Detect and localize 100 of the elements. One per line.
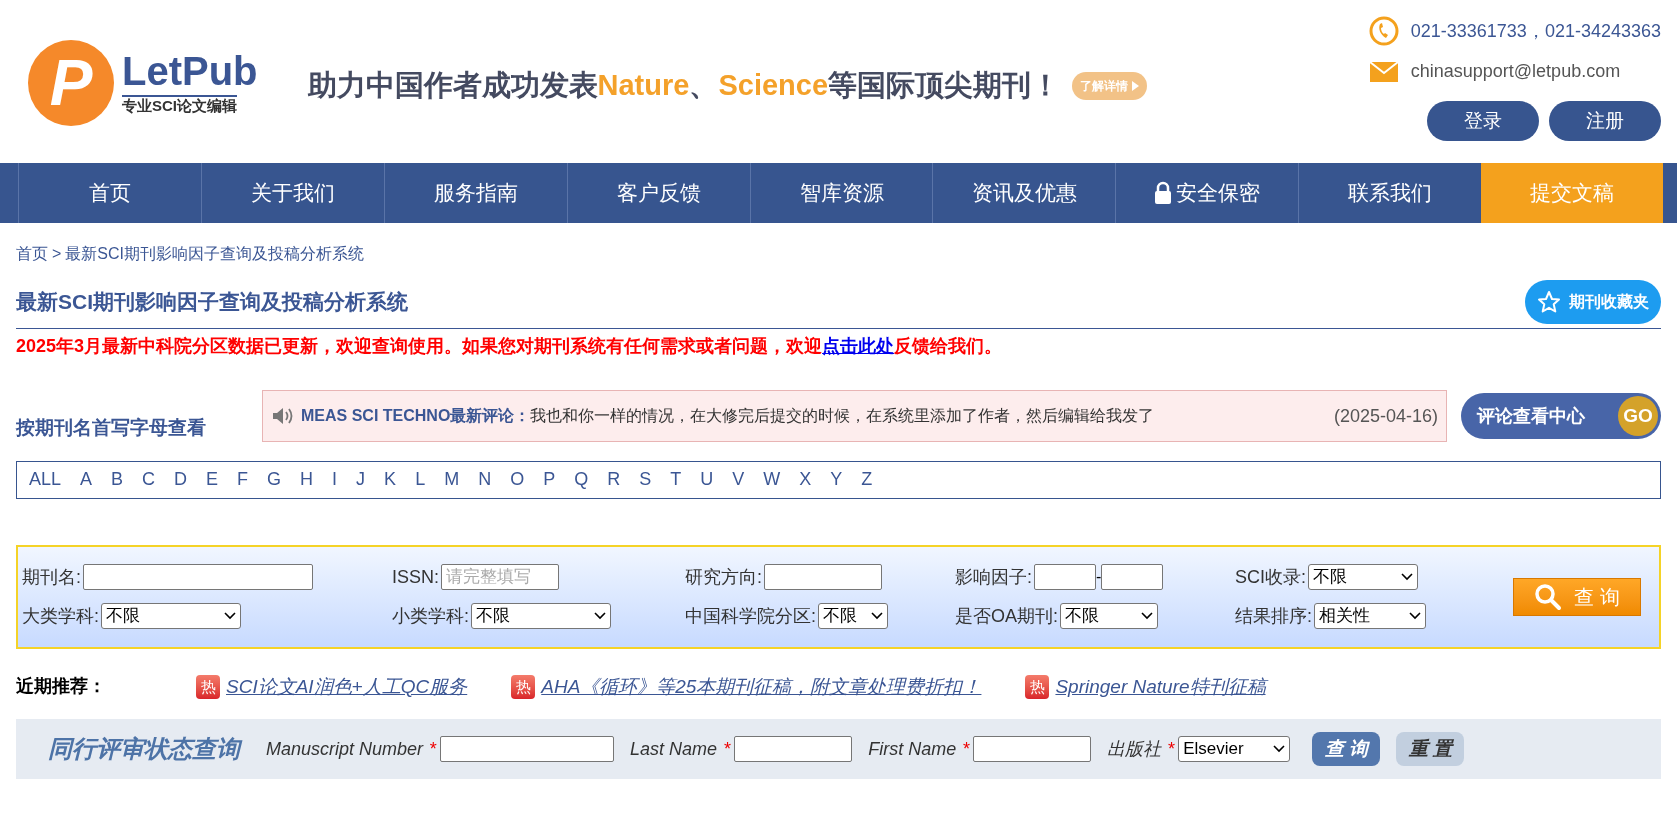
text-field[interactable] (734, 736, 853, 762)
text-field[interactable] (83, 564, 313, 590)
letter-link[interactable]: N (478, 466, 492, 493)
select-field[interactable]: 不限 (818, 603, 888, 629)
letter-link[interactable]: K (384, 466, 397, 493)
letter-link[interactable]: C (142, 466, 156, 493)
mail-icon (1368, 60, 1399, 83)
text-field[interactable] (440, 736, 615, 762)
comment-date: (2025-04-16) (1333, 404, 1438, 428)
select-field[interactable]: 相关性 (1314, 603, 1426, 629)
letter-link[interactable]: H (300, 466, 314, 493)
field-label: 中国科学院分区: (685, 604, 816, 628)
letter-link[interactable]: W (763, 466, 781, 493)
field-label: 小类学科: (392, 604, 469, 628)
comment-journal: MEAS SCI TECHNO最新评论： (301, 406, 531, 427)
comment-center-button[interactable]: 评论查看中心 GO (1461, 393, 1661, 440)
select-field[interactable]: 不限 (1060, 603, 1158, 629)
breadcrumb-link[interactable]: 首页 (16, 242, 48, 266)
select-field[interactable]: 不限 (101, 603, 241, 629)
field-label: Manuscript Number (266, 737, 424, 761)
chevron-icon (1409, 612, 1421, 620)
letter-link[interactable]: O (510, 466, 525, 493)
query-button[interactable]: 查 询 (1312, 732, 1381, 766)
breadcrumb-separator: > (52, 244, 62, 264)
field-label: 期刊名: (22, 565, 81, 589)
select-field[interactable]: Elsevier (1178, 736, 1291, 762)
max-field[interactable] (1101, 564, 1164, 590)
letter-link[interactable]: Z (861, 466, 873, 493)
hot-badge: 热 (511, 674, 536, 699)
letter-link[interactable]: B (111, 466, 124, 493)
auth-button[interactable]: 注册 (1549, 101, 1661, 141)
lock-icon (1154, 181, 1173, 205)
required-mark: * (962, 737, 970, 761)
field-label: ISSN: (392, 565, 439, 589)
letter-link[interactable]: V (732, 466, 745, 493)
letter-link[interactable]: U (700, 466, 714, 493)
hot-badge: 热 (196, 674, 220, 699)
search-icon (1534, 582, 1563, 611)
letter-link[interactable]: T (670, 466, 682, 493)
recommend-link[interactable]: AHA《循环》等25本期刊征稿，附文章处理费折扣！ (541, 672, 982, 701)
star-icon (1537, 290, 1561, 314)
nav-link[interactable]: 首页 (18, 163, 201, 223)
chevron-icon (1273, 745, 1286, 753)
speaker-icon (271, 406, 293, 427)
field-label: First Name (868, 737, 957, 761)
letter-link[interactable]: R (607, 466, 621, 493)
min-field[interactable] (1034, 564, 1096, 590)
nav-link[interactable]: 客户反馈 (566, 163, 750, 223)
comment-text: 我也和你一样的情况，在大修完后提交的时候，在系统里添加了作者，然后编辑给我发了 (530, 406, 1155, 427)
logo-tagline: 专业SCI论文编辑 (122, 94, 237, 116)
letter-link[interactable]: J (356, 466, 366, 493)
nav-link[interactable]: 资讯及优惠 (932, 163, 1116, 223)
logo-badge: P (28, 40, 114, 126)
chevron-icon (1401, 573, 1413, 581)
slogan: 助力中国作者成功发表Nature、Science等国际顶尖期刊！ (307, 68, 1061, 103)
required-mark: * (723, 737, 731, 761)
letter-link[interactable]: L (415, 466, 426, 493)
select-field[interactable]: 不限 (471, 603, 611, 629)
chevron-icon (871, 612, 883, 620)
letter-link[interactable]: P (543, 466, 556, 493)
required-mark: * (429, 737, 437, 761)
feedback-link[interactable]: 点击此处 (822, 336, 895, 356)
nav-link[interactable]: 智库资源 (749, 163, 933, 223)
chevron-icon (594, 612, 606, 620)
select-field[interactable]: 不限 (1308, 564, 1418, 590)
letter-link[interactable]: ALL (29, 466, 62, 493)
letter-link[interactable]: G (267, 466, 282, 493)
field-label: 结果排序: (1235, 604, 1312, 628)
recommend-link[interactable]: SCI论文AI润色+人工QC服务 (226, 672, 468, 701)
nav-link[interactable]: 服务指南 (383, 163, 567, 223)
phone-icon (1368, 16, 1399, 46)
field-label: 大类学科: (22, 604, 99, 628)
nav-link[interactable]: 关于我们 (200, 163, 384, 223)
recommend-label: 近期推荐： (16, 675, 107, 699)
text-field[interactable] (973, 736, 1092, 762)
logo-name: LetPub (122, 50, 258, 91)
text-field[interactable] (764, 564, 882, 590)
letter-link[interactable]: A (80, 466, 93, 493)
field-label: 是否OA期刊: (955, 604, 1058, 628)
letter-link[interactable]: Q (574, 466, 589, 493)
field-label: 影响因子: (955, 565, 1032, 589)
field-label: Last Name (630, 737, 718, 761)
text-field[interactable]: 请完整填写 (441, 564, 559, 590)
letter-link[interactable]: M (444, 466, 460, 493)
required-mark: * (1167, 737, 1175, 761)
page-title: 最新SCI期刊影响因子查询及投稿分析系统 (16, 289, 408, 316)
update-notice: 2025年3月最新中科院分区数据已更新，欢迎查询使用。如果您对期刊系统有任何需求或者问题，欢迎点击此处反馈给我们。 (16, 335, 1004, 358)
letter-link[interactable]: X (799, 466, 812, 493)
letter-link[interactable]: S (639, 466, 652, 493)
hot-badge: 热 (1025, 674, 1050, 699)
auth-button[interactable]: 登录 (1427, 101, 1539, 141)
phone-number: 021-33361733，021-34243363 (1410, 19, 1661, 43)
letter-link[interactable]: Y (830, 466, 843, 493)
letter-link[interactable]: I (332, 466, 338, 493)
email-address: chinasupport@letpub.com (1410, 60, 1621, 83)
reset-button[interactable]: 重 置 (1396, 732, 1465, 766)
letter-link[interactable]: D (174, 466, 188, 493)
nav-link[interactable]: 安全保密 (1115, 163, 1299, 223)
letter-link[interactable]: E (206, 466, 219, 493)
letter-link[interactable]: F (237, 466, 249, 493)
